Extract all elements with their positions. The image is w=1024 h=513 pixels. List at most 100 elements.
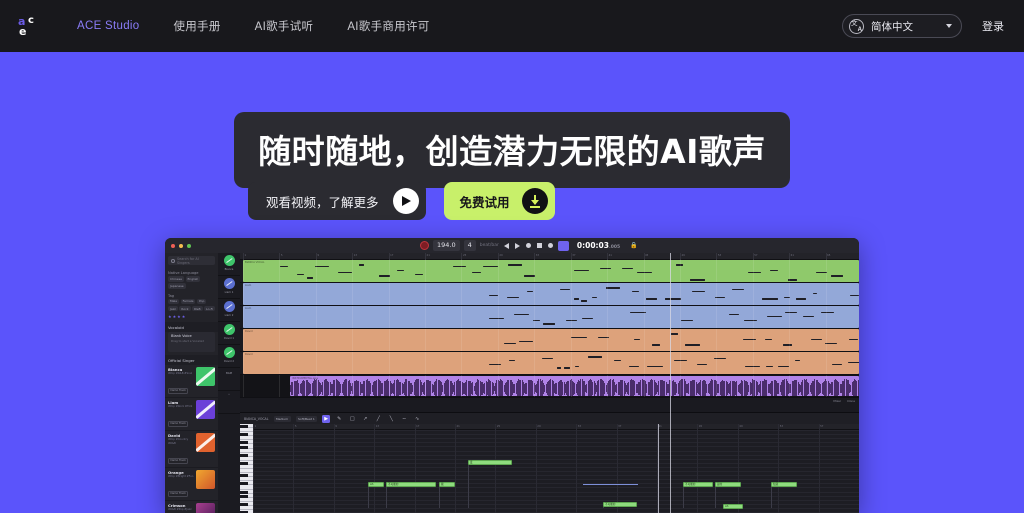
midi-note[interactable] bbox=[674, 359, 688, 362]
play-icon[interactable] bbox=[514, 242, 521, 249]
track-lane[interactable]: BIANCA VOCAL bbox=[240, 260, 859, 283]
add-track-button[interactable]: + bbox=[218, 391, 240, 414]
midi-note[interactable] bbox=[556, 367, 562, 369]
language-selector[interactable]: 简体中文 bbox=[842, 14, 962, 38]
line-icon[interactable]: ╲ bbox=[387, 415, 395, 423]
track-header[interactable]: Bianca bbox=[218, 253, 240, 276]
chip-jazz[interactable]: Jazz bbox=[168, 305, 178, 312]
arrangement-view[interactable]: 1 5 9 13 17 21 25 29 33 37 41 45 49 53 57 61 65 BIANCA V… bbox=[240, 253, 859, 513]
record-icon[interactable] bbox=[420, 241, 429, 250]
clip[interactable]: Liam bbox=[243, 306, 859, 328]
list-item[interactable]: Orange #Pop #Bright #Fun Demo Track bbox=[165, 468, 218, 502]
midi-note[interactable] bbox=[646, 365, 663, 368]
eraser-icon[interactable]: □ bbox=[348, 415, 356, 423]
nav-link-ai-singer-demo[interactable]: AI歌手试听 bbox=[238, 18, 331, 34]
midi-note[interactable] bbox=[696, 363, 708, 366]
midi-note[interactable] bbox=[519, 340, 533, 343]
midi-note[interactable] bbox=[664, 298, 681, 300]
midi-note[interactable] bbox=[581, 300, 588, 302]
pitch-icon[interactable]: ↗ bbox=[361, 415, 369, 423]
midi-note[interactable] bbox=[588, 356, 603, 358]
midi-note[interactable] bbox=[820, 311, 834, 314]
clip[interactable]: BIANCA VOCAL bbox=[243, 260, 859, 282]
midi-note[interactable] bbox=[691, 290, 705, 293]
track-lane[interactable]: David bbox=[240, 352, 859, 375]
midi-note[interactable] bbox=[606, 287, 621, 289]
demo-track-button[interactable]: Demo Track bbox=[168, 458, 189, 464]
midi-note[interactable] bbox=[507, 296, 519, 299]
midi-note[interactable] bbox=[849, 294, 859, 297]
midi-note[interactable] bbox=[690, 279, 706, 281]
midi-note[interactable] bbox=[810, 338, 822, 341]
midi-note[interactable] bbox=[825, 342, 838, 345]
midi-note[interactable] bbox=[680, 319, 694, 322]
audio-clip[interactable]: INSTRUMENTAL.wav bbox=[290, 376, 859, 396]
track-header[interactable]: David 2 bbox=[218, 345, 240, 368]
track-lane[interactable]: Liam bbox=[240, 283, 859, 306]
midi-note[interactable] bbox=[489, 317, 504, 320]
demo-track-button[interactable]: Demo Track bbox=[168, 388, 189, 394]
midi-note[interactable] bbox=[744, 319, 757, 322]
track-lane[interactable]: Liam bbox=[240, 306, 859, 329]
midi-note[interactable] bbox=[306, 277, 313, 279]
draw-icon[interactable]: ╱ bbox=[374, 415, 382, 423]
midi-note[interactable] bbox=[563, 367, 570, 369]
midi-note[interactable] bbox=[766, 365, 773, 368]
chip-japanese[interactable]: Japanese bbox=[168, 283, 186, 289]
midi-note[interactable] bbox=[621, 267, 634, 270]
bpm-value[interactable]: 194.0 bbox=[433, 240, 460, 251]
record-button-icon[interactable] bbox=[525, 242, 532, 249]
midi-note[interactable] bbox=[559, 288, 571, 291]
midi-note[interactable] bbox=[507, 264, 522, 266]
midi-note[interactable] bbox=[830, 275, 843, 277]
chip-rock[interactable]: Rock bbox=[179, 305, 191, 312]
midi-note[interactable] bbox=[832, 363, 842, 366]
curve-icon[interactable]: ∼ bbox=[400, 415, 408, 423]
lock-icon[interactable]: 🔒 bbox=[630, 242, 637, 249]
midi-note[interactable] bbox=[651, 344, 661, 346]
midi-note[interactable] bbox=[636, 271, 653, 274]
note-grid[interactable]: 1 5 9 13 17 21 25 29 33 37 41 45 49 53 57 Ah 不可能的 我 爱不可能的… bbox=[253, 424, 859, 513]
playhead[interactable] bbox=[658, 424, 659, 513]
track-header-audio[interactable]: BGM bbox=[218, 368, 240, 391]
metronome-icon[interactable] bbox=[536, 242, 543, 249]
track-header[interactable]: David 1 bbox=[218, 322, 240, 345]
midi-note[interactable] bbox=[542, 357, 553, 360]
midi-note[interactable] bbox=[489, 363, 502, 366]
midi-note[interactable] bbox=[784, 311, 798, 314]
track-header[interactable]: Liam 1 bbox=[218, 276, 240, 299]
snap-icon[interactable] bbox=[557, 240, 569, 251]
chip-rnb[interactable]: R&B bbox=[192, 305, 203, 312]
chip-lofi[interactable]: Lo-Fi bbox=[204, 305, 215, 312]
nav-link-ace-studio[interactable]: ACE Studio bbox=[60, 20, 156, 32]
window-close-icon[interactable] bbox=[171, 243, 175, 248]
midi-note[interactable] bbox=[729, 313, 740, 316]
midi-note[interactable]: 是的 bbox=[715, 482, 741, 487]
track-lane[interactable]: David bbox=[240, 329, 859, 352]
ace-studio-logo[interactable]: a c e bbox=[16, 13, 42, 39]
midi-note[interactable] bbox=[574, 298, 579, 300]
midi-note[interactable] bbox=[592, 296, 597, 299]
midi-note[interactable] bbox=[514, 313, 529, 316]
midi-note[interactable] bbox=[778, 365, 789, 368]
nav-link-ai-singer-license[interactable]: AI歌手商用许可 bbox=[330, 18, 446, 34]
midi-note[interactable] bbox=[509, 359, 516, 362]
free-trial-button[interactable]: 免费试用 bbox=[443, 182, 555, 220]
watch-video-button[interactable]: 观看视频，了解更多 bbox=[248, 182, 426, 220]
demo-track-button[interactable]: Demo Track bbox=[168, 491, 189, 497]
window-minimize-icon[interactable] bbox=[179, 243, 183, 248]
login-button[interactable]: 登录 bbox=[976, 14, 1010, 38]
midi-note[interactable]: 爱 bbox=[468, 460, 512, 465]
midi-note[interactable] bbox=[471, 271, 481, 274]
select-icon[interactable]: ▶ bbox=[322, 414, 331, 423]
pencil-icon[interactable]: ✎ bbox=[335, 415, 343, 423]
midi-note[interactable] bbox=[543, 323, 555, 325]
midi-note[interactable] bbox=[684, 344, 701, 346]
midi-note[interactable] bbox=[764, 338, 773, 341]
clip[interactable]: David bbox=[243, 329, 859, 351]
prev-icon[interactable] bbox=[503, 242, 510, 249]
midi-note[interactable] bbox=[296, 273, 304, 276]
window-maximize-icon[interactable] bbox=[187, 243, 191, 248]
midi-note[interactable] bbox=[571, 336, 588, 339]
midi-note[interactable]: Ah bbox=[723, 504, 743, 509]
